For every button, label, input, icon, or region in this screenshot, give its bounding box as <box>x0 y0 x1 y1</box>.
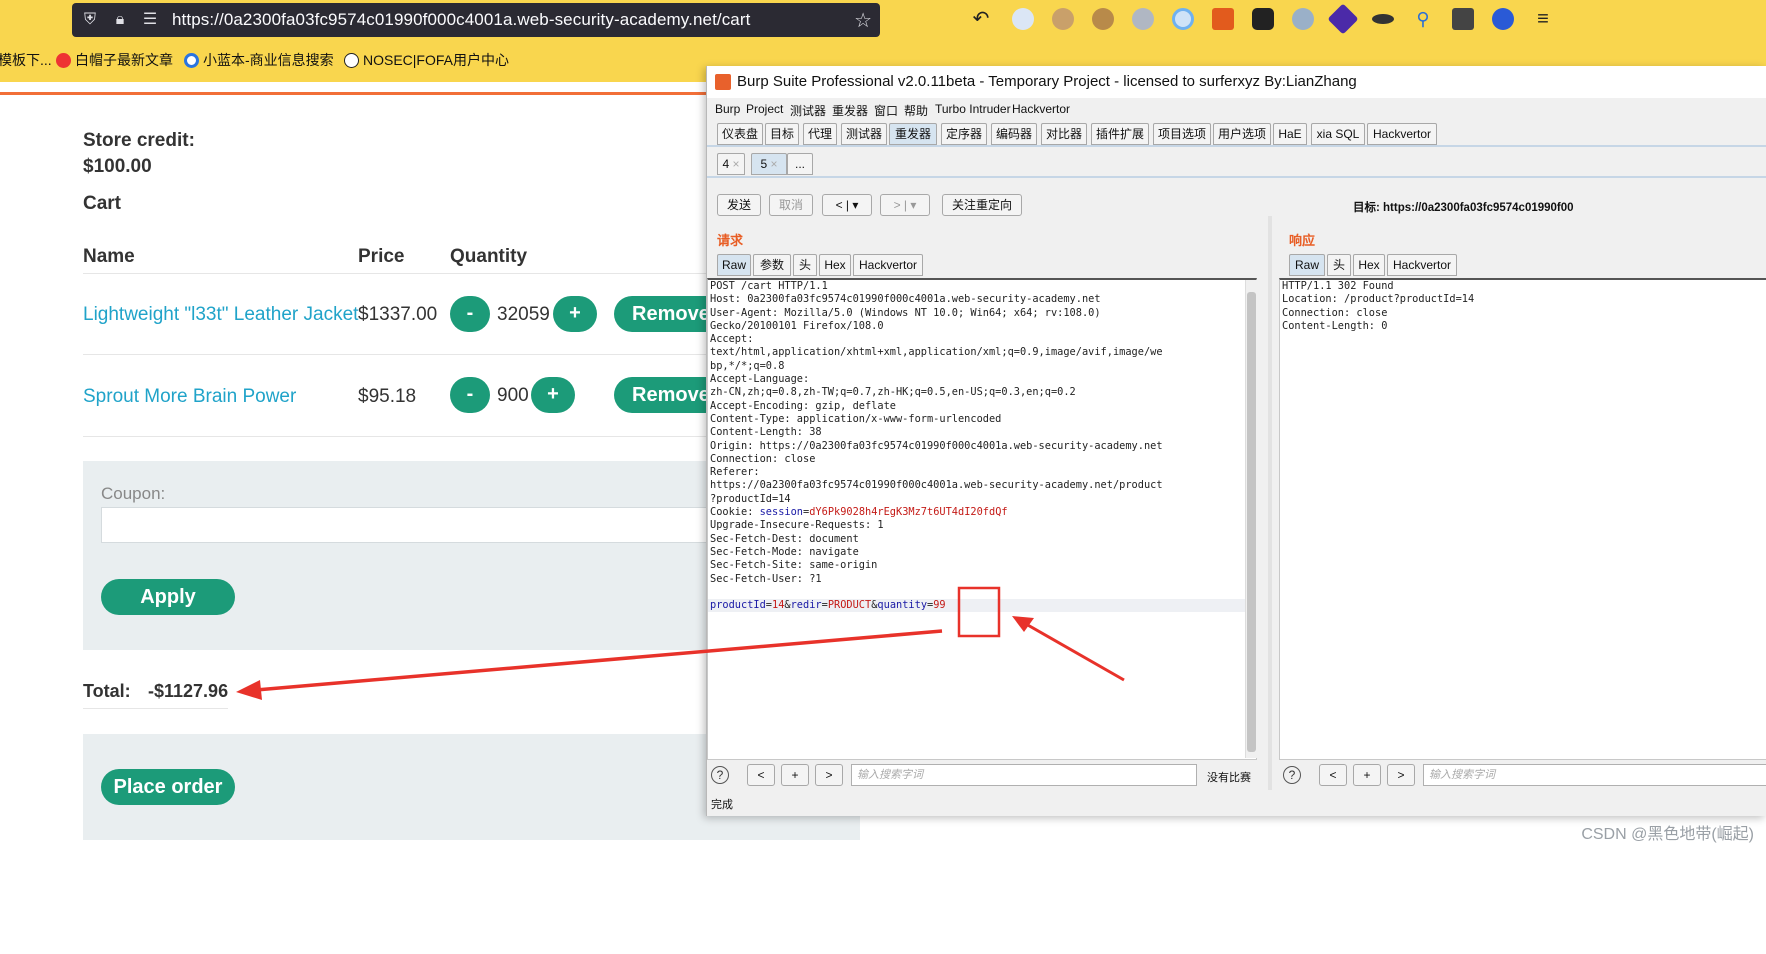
watermark: CSDN @黑色地带(崛起) <box>1581 826 1754 843</box>
annotation-arrowhead <box>1012 616 1034 632</box>
annotation-arrow-line <box>1025 622 1125 682</box>
annotation-overlay <box>236 586 1125 700</box>
annotation-arrowhead <box>236 680 262 700</box>
annotation-arrow-line <box>255 629 943 692</box>
highlight-box <box>957 586 1001 638</box>
